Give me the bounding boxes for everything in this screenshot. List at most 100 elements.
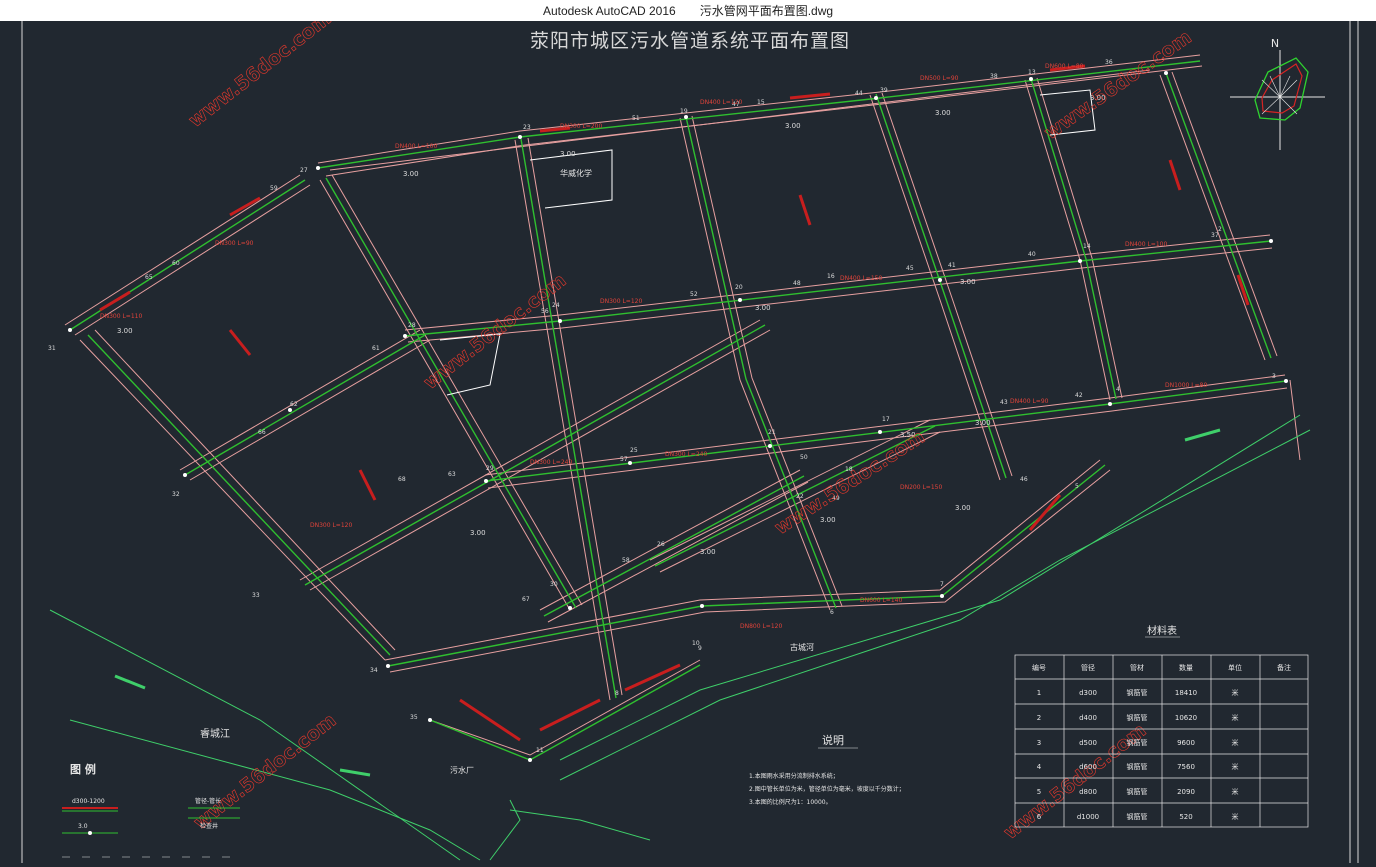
svg-text:9: 9: [698, 645, 702, 652]
svg-text:www.56doc.com: www.56doc.com: [190, 709, 341, 834]
svg-text:DN600 L=140: DN600 L=140: [860, 597, 902, 604]
svg-text:29: 29: [486, 465, 494, 472]
svg-text:39: 39: [880, 87, 888, 94]
road-network: [64, 54, 1301, 756]
svg-text:28: 28: [408, 322, 416, 329]
svg-text:米: 米: [1232, 787, 1239, 796]
svg-text:51: 51: [632, 115, 640, 122]
svg-text:48: 48: [793, 280, 801, 287]
svg-text:钢筋管: 钢筋管: [1127, 738, 1148, 747]
svg-text:65: 65: [145, 274, 153, 281]
svg-text:43: 43: [1000, 399, 1008, 406]
svg-text:检查井: 检查井: [200, 822, 218, 830]
svg-text:7: 7: [940, 581, 944, 588]
svg-text:钢筋管: 钢筋管: [1127, 812, 1148, 821]
svg-text:15: 15: [757, 99, 765, 106]
svg-text:1: 1: [1037, 689, 1041, 697]
svg-text:23: 23: [523, 124, 531, 131]
svg-text:钢筋管: 钢筋管: [1127, 688, 1148, 697]
svg-text:DN300 L=240: DN300 L=240: [530, 459, 572, 466]
svg-text:钢筋管: 钢筋管: [1127, 713, 1148, 722]
svg-text:2: 2: [1218, 226, 1222, 233]
svg-text:21: 21: [768, 429, 776, 436]
svg-text:41: 41: [948, 262, 956, 269]
svg-text:DN1000 L=80: DN1000 L=80: [1165, 382, 1207, 389]
svg-text:4: 4: [1116, 386, 1120, 393]
svg-text:9600: 9600: [1177, 739, 1195, 747]
svg-text:61: 61: [372, 345, 380, 352]
svg-text:DN300 L=120: DN300 L=120: [600, 298, 642, 305]
svg-text:DN300 L=240: DN300 L=240: [665, 451, 707, 458]
svg-text:17: 17: [882, 416, 890, 423]
svg-text:62: 62: [290, 401, 298, 408]
svg-text:50: 50: [800, 454, 808, 461]
svg-text:31: 31: [48, 345, 56, 352]
svg-text:10620: 10620: [1175, 714, 1197, 722]
svg-text:DN400 L=100: DN400 L=100: [395, 143, 437, 150]
svg-text:46: 46: [1020, 476, 1028, 483]
svg-text:35: 35: [410, 714, 418, 721]
svg-text:45: 45: [906, 265, 914, 272]
svg-text:24: 24: [552, 302, 560, 309]
svg-text:44: 44: [855, 90, 863, 97]
svg-text:米: 米: [1232, 688, 1239, 697]
svg-text:2090: 2090: [1177, 788, 1195, 796]
svg-text:3: 3: [1272, 373, 1276, 380]
svg-text:3.00: 3.00: [935, 109, 951, 117]
svg-text:38: 38: [990, 73, 998, 80]
svg-text:1.本图雨水采用分流制排水系统；: 1.本图雨水采用分流制排水系统；: [749, 772, 839, 780]
watermarks: www.56doc.com www.56doc.com www.56doc.co…: [184, 7, 1196, 844]
svg-text:60: 60: [172, 260, 180, 267]
svg-text:管材: 管材: [1130, 663, 1144, 672]
svg-text:56: 56: [541, 308, 549, 315]
svg-text:www.56doc.com: www.56doc.com: [1040, 26, 1195, 144]
file-name: 污水管网平面布置图.dwg: [699, 4, 834, 18]
svg-text:66: 66: [258, 429, 266, 436]
svg-text:3.00: 3.00: [560, 150, 576, 158]
svg-text:DN400 L=90: DN400 L=90: [1010, 398, 1049, 405]
svg-text:58: 58: [622, 557, 630, 564]
svg-text:37: 37: [1211, 232, 1219, 239]
svg-text:33: 33: [252, 592, 260, 599]
svg-text:DN300 L=200: DN300 L=200: [560, 123, 602, 130]
svg-text:数量: 数量: [1179, 663, 1193, 672]
svg-text:钢筋管: 钢筋管: [1127, 762, 1148, 771]
river-label-gucheng: 古城河: [790, 642, 814, 652]
svg-text:钢筋管: 钢筋管: [1127, 787, 1148, 796]
svg-text:米: 米: [1232, 812, 1239, 821]
svg-text:d800: d800: [1079, 788, 1097, 796]
svg-text:4: 4: [1037, 763, 1042, 771]
svg-text:DN400 L=150: DN400 L=150: [840, 275, 882, 282]
svg-text:3.00: 3.00: [975, 419, 991, 427]
manhole-markers: [68, 71, 1288, 762]
svg-text:520: 520: [1179, 813, 1192, 821]
svg-text:3.00: 3.00: [403, 170, 419, 178]
svg-text:19: 19: [680, 108, 688, 115]
svg-text:3.00: 3.00: [700, 548, 716, 556]
svg-text:管径-管长: 管径-管长: [195, 797, 221, 805]
svg-text:3.00: 3.00: [470, 529, 486, 537]
drawing-canvas[interactable]: 荥阳市城区污水管道系统平面布置图 华威化学 污水厂 古城河 睿城江 27 23 …: [0, 7, 1376, 863]
drawing-title: 荥阳市城区污水管道系统平面布置图: [530, 30, 850, 52]
svg-text:d500: d500: [1079, 739, 1097, 747]
svg-text:3.00: 3.00: [117, 327, 133, 335]
svg-text:18410: 18410: [1175, 689, 1197, 697]
svg-text:2: 2: [1037, 714, 1041, 722]
svg-text:26: 26: [657, 541, 665, 548]
svg-text:3.本图的比例尺为1：10000。: 3.本图的比例尺为1：10000。: [749, 798, 832, 806]
svg-text:3.00: 3.00: [755, 304, 771, 312]
svg-text:20: 20: [735, 284, 743, 291]
svg-text:DN500 L=90: DN500 L=90: [920, 75, 959, 82]
svg-text:30: 30: [550, 581, 558, 588]
svg-text:3.0: 3.0: [78, 823, 88, 830]
svg-text:d600: d600: [1079, 763, 1097, 771]
svg-text:DN300 L=120: DN300 L=120: [310, 522, 352, 529]
app-name: Autodesk AutoCAD 2016: [542, 3, 676, 18]
svg-text:6: 6: [830, 609, 834, 616]
svg-text:DN300 L=110: DN300 L=110: [100, 313, 142, 320]
svg-text:3.00: 3.00: [785, 122, 801, 130]
svg-text:编号: 编号: [1032, 663, 1046, 672]
notes-block: 说明 1.本图雨水采用分流制排水系统； 2.图中管长单位为米，管径单位为毫米，坡…: [749, 733, 905, 806]
svg-text:说明: 说明: [822, 733, 844, 747]
svg-text:13: 13: [1028, 69, 1036, 76]
